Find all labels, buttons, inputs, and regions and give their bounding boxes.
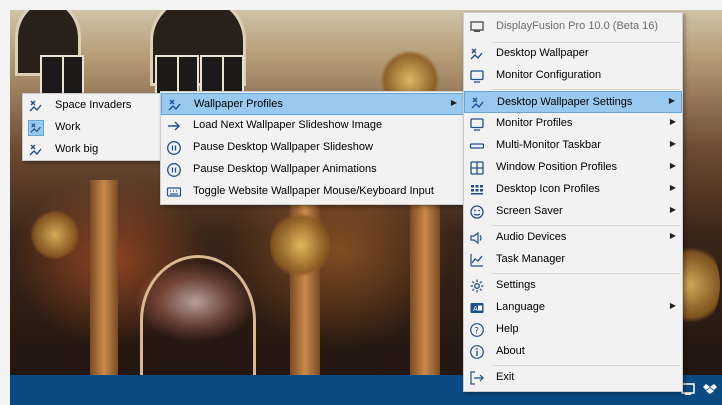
svg-text:?: ? (474, 327, 479, 337)
wallpaper-settings-menu: Wallpaper Profiles ▶ Load Next Wallpaper… (160, 91, 465, 205)
window-arch (140, 255, 256, 375)
wallpaper-icon (28, 142, 44, 158)
submenu-arrow-icon: ▶ (669, 231, 676, 240)
menu-item-pause-slideshow[interactable]: Pause Desktop Wallpaper Slideshow (161, 137, 464, 159)
pause-icon (166, 140, 182, 156)
profile-item-work[interactable]: Work (23, 117, 163, 139)
menu-item-load-next-image[interactable]: Load Next Wallpaper Slideshow Image (161, 115, 464, 137)
svg-text:A: A (473, 305, 478, 313)
menu-item-window-position-profiles[interactable]: Window Position Profiles ▶ (464, 157, 682, 179)
exit-icon (469, 370, 485, 386)
menu-item-desktop-icon-profiles[interactable]: Desktop Icon Profiles ▶ (464, 179, 682, 201)
menu-item-language[interactable]: A Language ▶ (464, 297, 682, 319)
menu-item-about[interactable]: About (464, 341, 682, 363)
profile-item-work-big[interactable]: Work big (23, 139, 163, 161)
submenu-arrow-icon: ▶ (668, 96, 675, 105)
window-grid-icon (469, 160, 485, 176)
taskbar-icon (469, 138, 485, 154)
gear-icon (469, 278, 485, 294)
menu-separator (492, 89, 680, 90)
pillar (90, 180, 118, 375)
menu-item-pause-animations[interactable]: Pause Desktop Wallpaper Animations (161, 159, 464, 181)
wallpaper-icon (470, 95, 486, 111)
ornament (270, 210, 330, 280)
menu-header: DisplayFusion Pro 10.0 (Beta 16) (464, 16, 682, 38)
submenu-arrow-icon: ▶ (669, 301, 676, 310)
wallpaper-icon (469, 46, 485, 62)
wallpaper-icon (28, 98, 44, 114)
menu-item-monitor-configuration[interactable]: Monitor Configuration (464, 65, 682, 87)
menu-item-desktop-wallpaper[interactable]: Desktop Wallpaper (464, 43, 682, 65)
desktop-icons-icon (469, 182, 485, 198)
ornament (30, 210, 80, 260)
submenu-arrow-icon: ▶ (669, 205, 676, 214)
menu-item-settings[interactable]: Settings (464, 275, 682, 297)
displayfusion-tray-icon[interactable] (681, 382, 695, 399)
arrow-right-icon (166, 118, 182, 134)
menu-item-wallpaper-profiles[interactable]: Wallpaper Profiles ▶ (161, 93, 464, 115)
monitor-icon (469, 116, 485, 132)
speaker-icon (469, 230, 485, 246)
submenu-arrow-icon: ▶ (669, 183, 676, 192)
task-manager-icon (469, 252, 485, 268)
info-icon (469, 344, 485, 360)
language-icon: A (469, 300, 485, 316)
menu-item-help[interactable]: ? Help (464, 319, 682, 341)
menu-item-exit[interactable]: Exit (464, 367, 682, 389)
submenu-arrow-icon: ▶ (669, 117, 676, 126)
menu-item-screen-saver[interactable]: Screen Saver ▶ (464, 201, 682, 223)
displayfusion-logo-icon (469, 19, 485, 35)
submenu-arrow-icon: ▶ (669, 139, 676, 148)
submenu-arrow-icon: ▶ (669, 161, 676, 170)
pause-icon (166, 162, 182, 178)
wallpaper-icon (167, 97, 183, 113)
menu-item-monitor-profiles[interactable]: Monitor Profiles ▶ (464, 113, 682, 135)
screen-saver-icon (469, 204, 485, 220)
menu-item-toggle-website-input[interactable]: Toggle Website Wallpaper Mouse/Keyboard … (161, 181, 464, 203)
help-icon: ? (469, 322, 485, 338)
menu-separator (492, 225, 680, 226)
submenu-arrow-icon: ▶ (450, 98, 457, 107)
profile-item-space-invaders[interactable]: Space Invaders (23, 95, 163, 117)
keyboard-icon (166, 184, 182, 200)
menu-item-task-manager[interactable]: Task Manager (464, 249, 682, 271)
menu-item-audio-devices[interactable]: Audio Devices ▶ (464, 227, 682, 249)
wallpaper-profiles-menu: Space Invaders Work Work big (22, 93, 164, 161)
displayfusion-main-menu: DisplayFusion Pro 10.0 (Beta 16) Desktop… (463, 12, 683, 392)
menu-separator (492, 273, 680, 274)
menu-item-multi-monitor-taskbar[interactable]: Multi-Monitor Taskbar ▶ (464, 135, 682, 157)
menu-separator (492, 365, 680, 366)
checked-wallpaper-icon (28, 120, 44, 136)
monitor-icon (469, 68, 485, 84)
menu-item-desktop-wallpaper-settings[interactable]: Desktop Wallpaper Settings ▶ (464, 91, 682, 113)
dropbox-tray-icon[interactable] (703, 382, 717, 399)
